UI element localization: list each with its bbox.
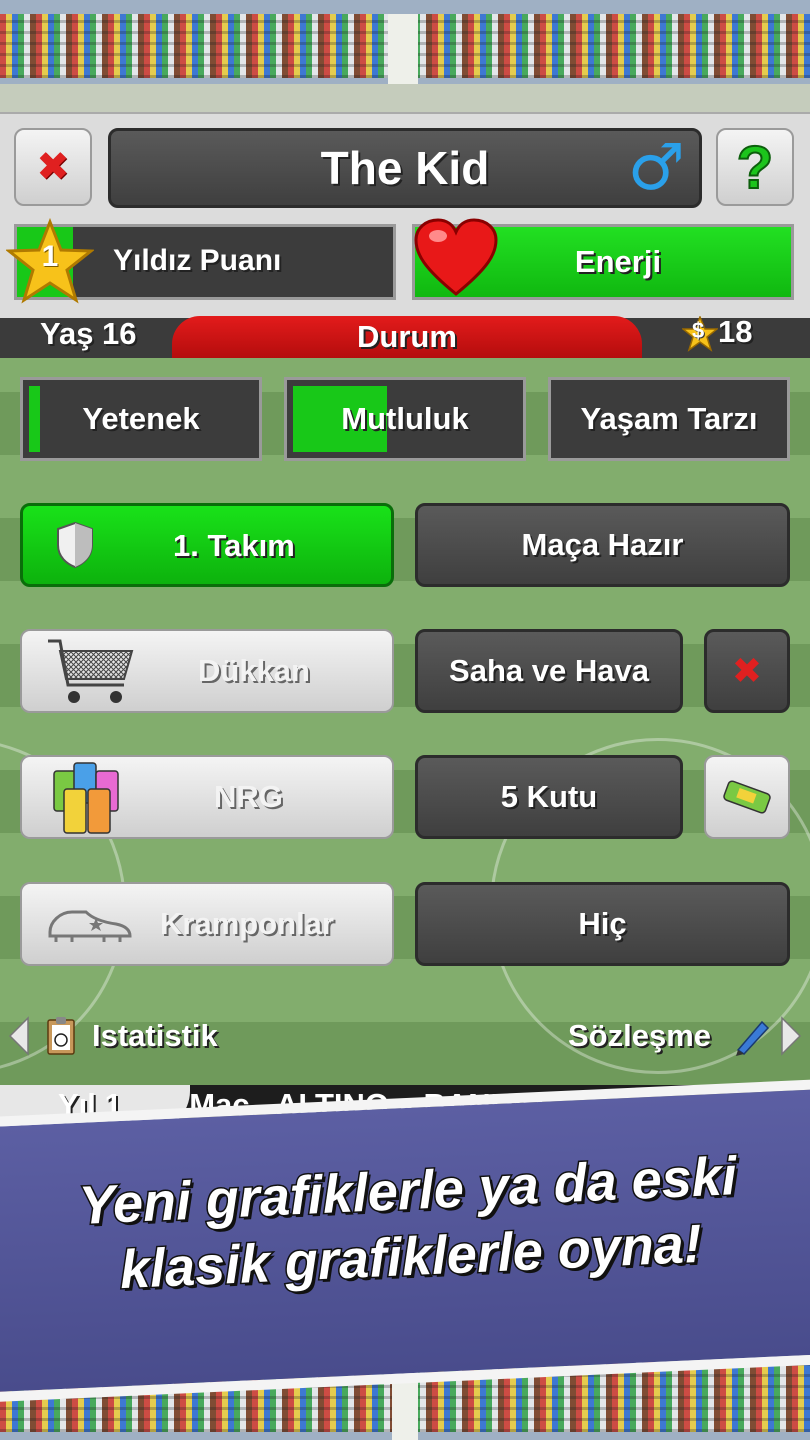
energy-drink-cans-icon [53,762,119,834]
status-tab-label: Durum [357,319,457,354]
close-icon: ✖ [36,144,70,190]
football-boot-icon [48,910,132,942]
help-icon: ? [736,133,775,202]
nav-left-button[interactable]: Istatistik [8,1010,238,1062]
close-icon: ✖ [731,650,763,692]
money-amount: 18 [718,314,753,349]
status-tab[interactable]: Durum [172,316,642,358]
crowd-top-image [0,0,810,84]
clipboard-icon [47,1017,75,1055]
star-level: 1 [41,240,59,273]
shield-icon [57,521,93,569]
promo-banner: Yeni grafiklerle ya da eski klasik grafi… [0,1077,810,1404]
player-name-box[interactable]: The Kid ♂ [108,128,702,208]
drink-nrg-button[interactable] [704,755,790,839]
promo-text: Yeni grafiklerle ya da eski klasik grafi… [0,1138,810,1311]
attribute-lifestyle-label: Yaşam Tarzı [580,401,758,436]
star-icon: 1 [4,217,96,306]
cans-count-box[interactable]: 5 Kutu [415,755,683,839]
weather-label: Saha ve Hava [449,653,649,688]
shopping-cart-icon [48,639,134,703]
team-label: 1. Takım [173,528,295,563]
attribute-bar-skill[interactable]: Yetenek [20,377,262,461]
age-label: Yaş 16 [40,316,137,351]
boots-label: Kramponlar [160,906,334,941]
star-points-label: Yıldız Puanı [113,244,282,277]
heart-icon [414,218,498,298]
player-header: ✖ The Kid ♂ ? Yıldız Puanı 1 Enerji [0,112,810,320]
boots-button[interactable]: Kramponlar [20,882,394,966]
header-spacer [0,84,810,112]
chevron-left-icon [8,1016,29,1056]
shop-button[interactable]: Dükkan [20,629,394,713]
nrg-button[interactable]: NRG [20,755,394,839]
help-button[interactable]: ? [716,128,794,206]
energy-drink-can-icon [723,780,771,814]
close-button[interactable]: ✖ [14,128,92,206]
attribute-bar-happiness[interactable]: Mutluluk [284,377,526,461]
nav-right-label: Sözleşme [568,1018,712,1053]
money-symbol: $ [692,318,705,343]
team-button[interactable]: 1. Takım [20,503,394,587]
match-ready-button[interactable]: Maça Hazır [415,503,790,587]
shop-label: Dükkan [198,653,310,688]
male-gender-icon: ♂ [627,131,685,205]
attribute-bar-lifestyle[interactable]: Yaşam Tarzı [548,377,790,461]
nav-left-label: Istatistik [92,1018,218,1053]
player-name: The Kid [320,142,490,194]
pen-icon [736,1020,770,1056]
weather-button[interactable]: Saha ve Hava [415,629,683,713]
chevron-right-icon [781,1016,802,1056]
nav-right-button[interactable]: Sözleşme [560,1010,804,1062]
attribute-skill-label: Yetenek [82,401,200,436]
nrg-label: NRG [214,779,283,814]
boots-value-box[interactable]: Hiç [415,882,790,966]
pitch-background [0,358,810,1085]
attribute-happiness-label: Mutluluk [341,401,469,436]
money-display: $ 18 [682,314,792,354]
match-ready-label: Maça Hazır [521,527,684,562]
weather-cancel-button[interactable]: ✖ [704,629,790,713]
cans-count-label: 5 Kutu [500,779,598,814]
boots-value-label: Hiç [578,906,627,941]
